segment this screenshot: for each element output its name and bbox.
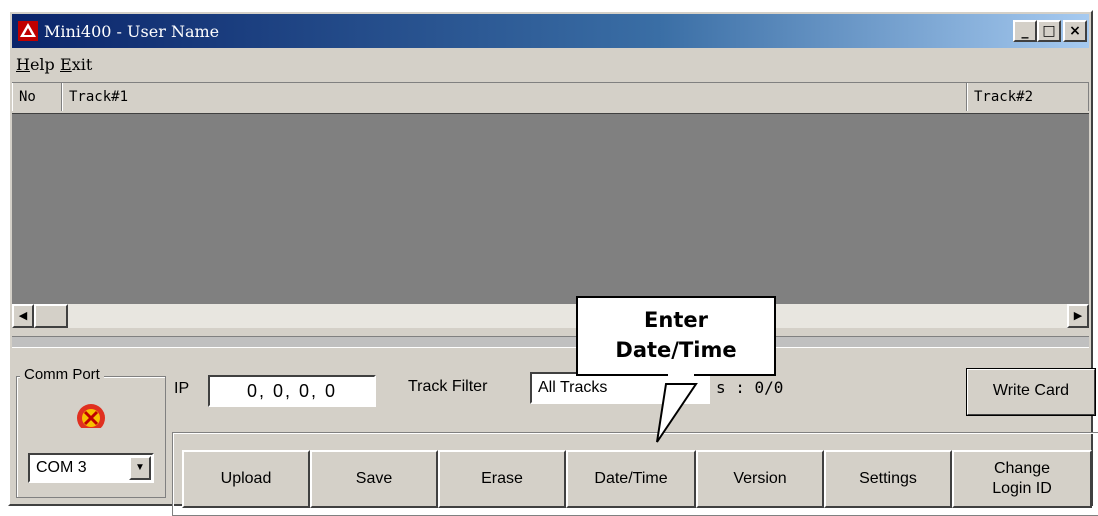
datetime-callout: Enter Date/Time — [576, 296, 776, 376]
callout-line-2: Date/Time — [615, 338, 737, 362]
comm-port-select[interactable]: COM 3 ▼ — [28, 453, 154, 483]
horizontal-scrollbar[interactable]: ◀ ▶ — [12, 304, 1089, 328]
save-button[interactable]: Save — [310, 450, 438, 508]
grid-body[interactable] — [12, 114, 1089, 304]
app-window: Mini400 - User Name _ □ × Help Exit No T… — [8, 10, 1098, 516]
version-button[interactable]: Version — [696, 450, 824, 508]
column-track1[interactable]: Track#1 — [62, 83, 967, 111]
write-card-label: Write Card — [992, 382, 1070, 399]
track-filter-value: All Tracks — [538, 379, 608, 396]
menu-help[interactable]: Help — [16, 55, 55, 74]
track-filter-label: Track Filter — [408, 378, 488, 395]
comm-port-value: COM 3 — [36, 459, 87, 476]
title-bar[interactable]: Mini400 - User Name _ □ × — [12, 14, 1089, 48]
scroll-thumb[interactable] — [34, 304, 68, 328]
menu-help-mnemonic: H — [16, 55, 30, 74]
menu-exit[interactable]: Exit — [60, 55, 92, 74]
comm-port-legend: Comm Port — [20, 366, 104, 383]
write-card-button[interactable]: Write Card — [966, 368, 1096, 416]
upload-button[interactable]: Upload — [182, 450, 310, 508]
records-counter: s : 0/0 — [716, 378, 784, 397]
column-no[interactable]: No — [12, 83, 62, 111]
separator-bar — [12, 336, 1089, 348]
ip-label: IP — [174, 380, 190, 397]
change-login-label-1: Change — [993, 460, 1051, 477]
minimize-button[interactable]: _ — [1013, 20, 1037, 42]
callout-line-1: Enter — [644, 308, 708, 332]
settings-button[interactable]: Settings — [824, 450, 952, 508]
chevron-down-icon[interactable]: ▼ — [129, 456, 151, 480]
menu-bar: Help Exit — [12, 50, 1089, 80]
modem-icon — [72, 404, 110, 438]
scroll-left-icon[interactable]: ◀ — [12, 304, 34, 328]
grid-header: No Track#1 Track#2 — [12, 82, 1089, 115]
app-icon — [18, 21, 38, 41]
close-button[interactable]: × — [1063, 20, 1087, 42]
change-login-label-2: Login ID — [992, 480, 1052, 497]
ip-address-field[interactable]: 0, 0, 0, 0 — [208, 375, 376, 407]
menu-exit-label: xit — [71, 55, 93, 74]
datetime-button[interactable]: Date/Time — [566, 450, 696, 508]
menu-help-label: elp — [29, 55, 55, 74]
maximize-button[interactable]: □ — [1037, 20, 1061, 42]
change-login-button[interactable]: Change Login ID — [952, 450, 1092, 508]
erase-button[interactable]: Erase — [438, 450, 566, 508]
menu-exit-mnemonic: E — [60, 55, 72, 74]
track-filter-select[interactable]: All Tracks — [530, 372, 710, 404]
scroll-right-icon[interactable]: ▶ — [1067, 304, 1089, 328]
column-track2[interactable]: Track#2 — [967, 83, 1089, 111]
window-title: Mini400 - User Name — [44, 22, 220, 41]
